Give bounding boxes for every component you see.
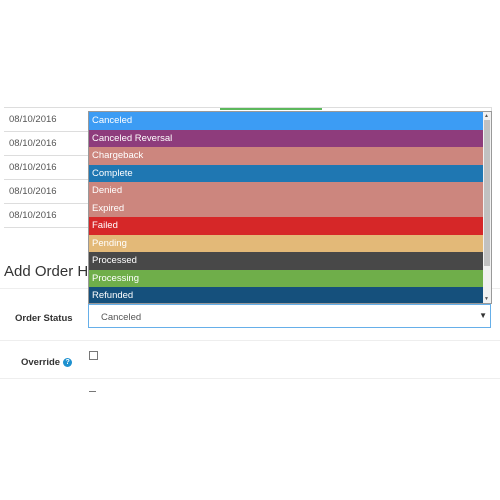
dropdown-option-failed[interactable]: Failed <box>89 217 484 235</box>
override-checkbox[interactable] <box>89 351 98 360</box>
dropdown-option-canceled[interactable]: Canceled <box>89 112 484 130</box>
dropdown-option-canceled-reversal[interactable]: Canceled Reversal <box>89 129 484 147</box>
next-checkbox-edge <box>89 391 96 393</box>
next-row <box>0 378 500 399</box>
dropdown-option-complete[interactable]: Complete <box>89 164 484 182</box>
dropdown-option-processed[interactable]: Processed <box>89 252 484 270</box>
dropdown-scrollbar[interactable]: ▲ ▼ <box>483 112 491 303</box>
order-status-dropdown[interactable]: Canceled Canceled Reversal Chargeback Compl… <box>88 111 492 304</box>
history-date: 08/10/2016 <box>9 114 57 125</box>
history-date: 08/10/2016 <box>9 162 57 173</box>
scroll-thumb[interactable] <box>484 120 490 266</box>
help-icon[interactable]: ? <box>63 357 73 367</box>
override-label-text: Override <box>21 357 61 368</box>
dropdown-option-denied[interactable]: Denied <box>89 182 484 200</box>
override-label: Override? <box>21 357 73 368</box>
history-date: 08/10/2016 <box>9 210 57 221</box>
order-status-label: Order Status <box>15 313 73 324</box>
override-row: Override? <box>0 340 500 379</box>
order-status-selected-value: Canceled <box>101 312 142 323</box>
scroll-up-icon[interactable]: ▲ <box>484 113 489 119</box>
scroll-down-icon[interactable]: ▼ <box>484 296 489 302</box>
dropdown-option-chargeback[interactable]: Chargeback <box>89 147 484 165</box>
dropdown-option-refunded[interactable]: Refunded <box>89 287 484 303</box>
history-date: 08/10/2016 <box>9 186 57 197</box>
dropdown-option-processing[interactable]: Processing <box>89 269 484 287</box>
order-status-select[interactable]: Canceled ▼ <box>88 304 491 328</box>
history-date: 08/10/2016 <box>9 138 57 149</box>
dropdown-option-expired[interactable]: Expired <box>89 199 484 217</box>
dropdown-options: Canceled Canceled Reversal Chargeback Compl… <box>89 112 484 303</box>
dropdown-option-pending[interactable]: Pending <box>89 234 484 252</box>
chevron-down-icon: ▼ <box>479 311 487 320</box>
